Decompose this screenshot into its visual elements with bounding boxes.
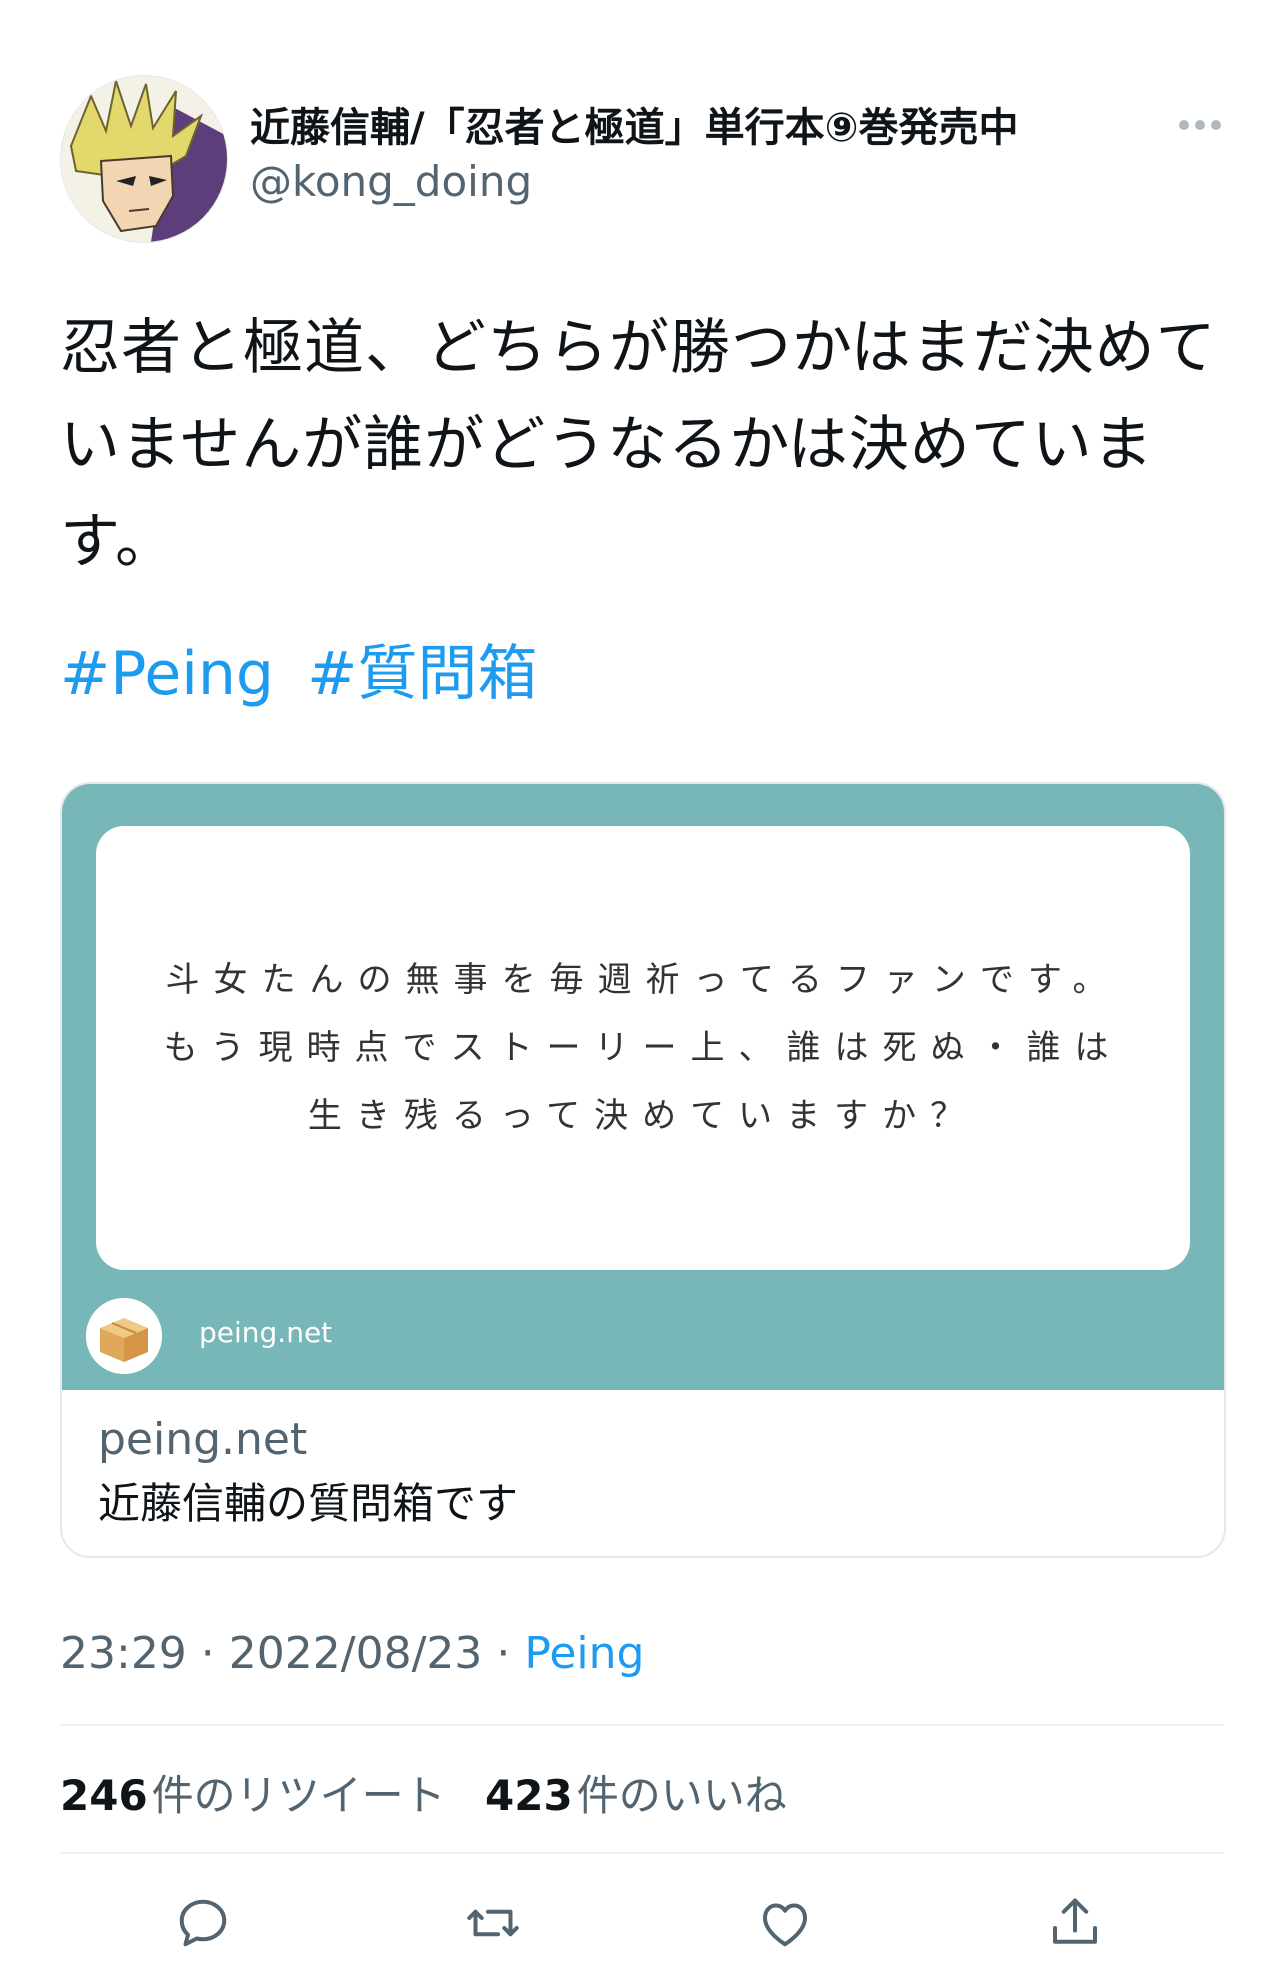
- retweet-icon: [467, 1909, 519, 1937]
- card-footer: peing.net 近藤信輔の質問箱です: [62, 1390, 1224, 1556]
- action-bar: [60, 1888, 1224, 1958]
- meta-separator-2: ·: [482, 1628, 525, 1679]
- card-image: 斗女たんの無事を毎週祈ってるファンです。もう現時点でストーリー上、誰は死ぬ・誰は…: [62, 784, 1224, 1390]
- reply-icon: [179, 1899, 227, 1947]
- card-question-box: 斗女たんの無事を毎週祈ってるファンです。もう現時点でストーリー上、誰は死ぬ・誰は…: [96, 826, 1190, 1270]
- meta-separator-1: ·: [186, 1628, 229, 1679]
- divider: [60, 1724, 1224, 1726]
- card-domain: peing.net: [98, 1414, 308, 1465]
- tweet-source[interactable]: Peing: [524, 1628, 644, 1679]
- avatar[interactable]: [60, 75, 228, 243]
- share-button[interactable]: [1040, 1888, 1110, 1958]
- retweets-label: 件のリツイート: [151, 1771, 446, 1820]
- like-icon: [763, 1903, 807, 1947]
- likes-count: 423: [485, 1771, 573, 1820]
- hashtag-peing[interactable]: #Peing: [60, 639, 274, 709]
- likes-stat[interactable]: 423件のいいね: [485, 1771, 787, 1820]
- more-dots-icon: [1179, 120, 1221, 130]
- link-card[interactable]: 斗女たんの無事を毎週祈ってるファンです。もう現時点でストーリー上、誰は死ぬ・誰は…: [60, 782, 1226, 1558]
- tweet-meta: 23:29 · 2022/08/23 · Peing: [60, 1628, 644, 1679]
- like-button[interactable]: [750, 1888, 820, 1958]
- card-question-text: 斗女たんの無事を毎週祈ってるファンです。もう現時点でストーリー上、誰は死ぬ・誰は…: [163, 960, 1123, 1136]
- avatar-illustration: [61, 76, 227, 242]
- reply-button[interactable]: [168, 1888, 238, 1958]
- card-title: 近藤信輔の質問箱です: [98, 1479, 519, 1528]
- card-logo-label: peing.net: [199, 1316, 333, 1349]
- display-name[interactable]: 近藤信輔/「忍者と極道」単行本⑨巻発売中: [250, 95, 1018, 153]
- divider: [60, 1852, 1224, 1854]
- tweet-text: 忍者と極道、どちらが勝つかはまだ決めていませんが誰がどうなるかは決めています。: [60, 313, 1217, 577]
- peing-logo-icon: [86, 1298, 162, 1374]
- likes-label: 件のいいね: [576, 1771, 787, 1820]
- hashtags: #Peing #質問箱: [60, 625, 551, 712]
- tweet-header: 近藤信輔/「忍者と極道」単行本⑨巻発売中 @kong_doing: [60, 75, 1230, 245]
- share-icon: [1053, 1898, 1097, 1944]
- retweets-stat[interactable]: 246件のリツイート: [60, 1771, 446, 1820]
- tweet-time[interactable]: 23:29: [60, 1628, 187, 1679]
- tweet: 近藤信輔/「忍者と極道」単行本⑨巻発売中 @kong_doing 忍者と極道、ど…: [0, 0, 1284, 1967]
- tweet-stats: 246件のリツイート 423件のいいね: [60, 1762, 813, 1823]
- retweets-count: 246: [60, 1771, 148, 1820]
- hashtag-question-box[interactable]: #質問箱: [307, 639, 537, 709]
- username[interactable]: @kong_doing: [250, 157, 532, 206]
- retweet-button[interactable]: [458, 1888, 528, 1958]
- more-options-button[interactable]: [1170, 105, 1230, 145]
- tweet-date[interactable]: 2022/08/23: [229, 1628, 483, 1679]
